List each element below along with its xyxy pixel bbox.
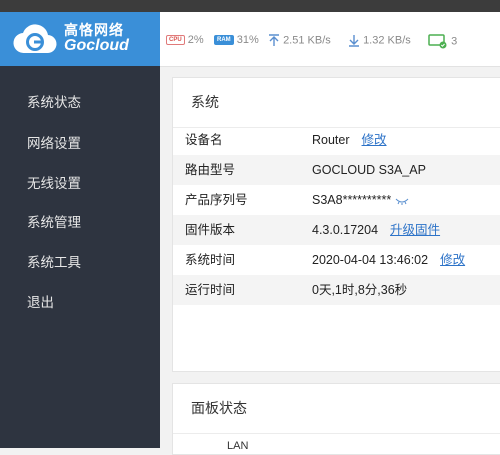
board-status-panel: 面板状态	[172, 383, 500, 455]
ram-status: RAM 31%	[214, 34, 259, 46]
status-bar: CPU 2% RAM 31% 2.51 KB/s 1.32 KB/s 3	[160, 12, 500, 67]
cpu-usage: 2%	[187, 34, 204, 46]
uptime-label: 运行时间	[185, 283, 236, 297]
brand-logo[interactable]: 高恪网络 Gocloud	[0, 12, 160, 66]
router-model-value: GOCLOUD S3A_AP	[312, 163, 426, 177]
cpu-icon: CPU	[166, 35, 185, 46]
row-uptime: 运行时间 0天,1时,8分,36秒	[173, 275, 500, 305]
upload-arrow-icon	[269, 34, 279, 46]
edit-system-time-link[interactable]: 修改	[440, 253, 465, 267]
clients-status[interactable]: 3	[428, 34, 457, 49]
download-status: 1.32 KB/s	[348, 34, 411, 47]
sidebar-item-network-settings[interactable]: 网络设置	[27, 132, 81, 152]
system-panel: 系统 设备名 Router 修改 路由型号 GOCLOUD S3A_AP 产品序列…	[172, 77, 500, 372]
upgrade-firmware-link[interactable]: 升级固件	[390, 223, 440, 237]
row-system-time: 系统时间 2020-04-04 13:46:02 修改	[173, 245, 500, 275]
sidebar: 系统状态 网络设置 无线设置 系统管理 系统工具 退出	[0, 66, 160, 448]
sidebar-item-system-status[interactable]: 系统状态	[27, 91, 81, 111]
board-status-title: 面板状态	[173, 384, 500, 434]
upload-speed: 2.51 KB/s	[283, 34, 331, 47]
monitor-check-icon	[428, 34, 447, 49]
row-serial-number: 产品序列号 S3A8**********	[173, 185, 500, 215]
row-firmware-version: 固件版本 4.3.0.17204 升级固件	[173, 215, 500, 245]
row-router-model: 路由型号 GOCLOUD S3A_AP	[173, 155, 500, 185]
brand-name-cn: 高恪网络	[64, 22, 124, 39]
uptime-value: 0天,1时,8分,36秒	[312, 283, 408, 297]
top-strip	[0, 0, 500, 12]
download-speed: 1.32 KB/s	[363, 34, 411, 47]
router-model-label: 路由型号	[185, 163, 236, 177]
firmware-version-value: 4.3.0.17204	[312, 223, 379, 237]
cloud-logo-icon	[13, 24, 57, 54]
ram-icon: RAM	[214, 35, 234, 46]
sidebar-item-system-tools[interactable]: 系统工具	[27, 251, 81, 271]
clients-count: 3	[451, 35, 458, 48]
edit-device-name-link[interactable]: 修改	[362, 133, 387, 147]
sidebar-item-wireless-settings[interactable]: 无线设置	[27, 172, 81, 192]
brand-name-en: Gocloud	[64, 36, 129, 54]
serial-number-label: 产品序列号	[185, 193, 248, 207]
cpu-status: CPU 2%	[166, 34, 204, 46]
system-time-label: 系统时间	[185, 253, 236, 267]
sidebar-item-system-management[interactable]: 系统管理	[27, 211, 81, 231]
firmware-version-label: 固件版本	[185, 223, 236, 237]
upload-status: 2.51 KB/s	[268, 34, 331, 47]
serial-number-value: S3A8**********	[312, 193, 392, 207]
device-name-value: Router	[312, 133, 350, 147]
device-name-label: 设备名	[185, 133, 223, 147]
eye-closed-icon[interactable]	[395, 197, 409, 205]
sidebar-item-logout[interactable]: 退出	[27, 291, 54, 311]
download-arrow-icon	[349, 35, 359, 47]
lan-port-label: LAN	[227, 440, 249, 452]
system-time-value: 2020-04-04 13:46:02	[312, 253, 429, 267]
system-panel-title: 系统	[173, 78, 500, 128]
ram-usage: 31%	[236, 34, 259, 46]
row-device-name: 设备名 Router 修改	[173, 125, 500, 155]
